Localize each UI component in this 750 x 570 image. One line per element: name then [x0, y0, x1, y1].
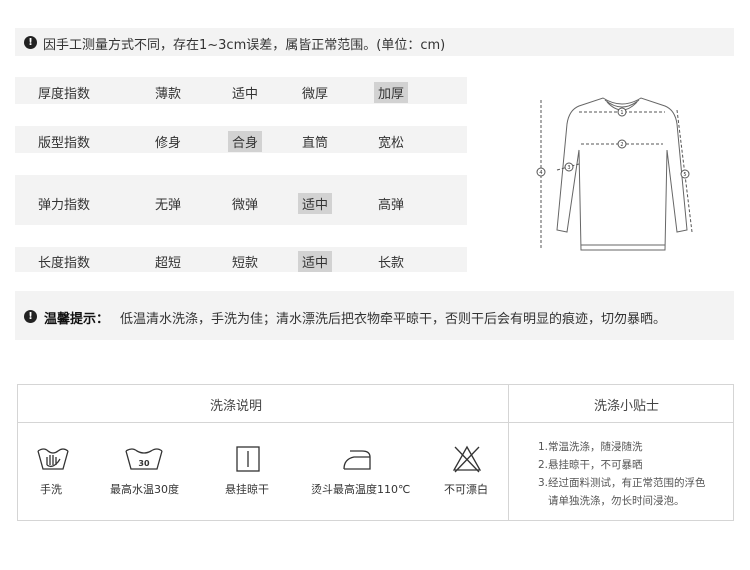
index-option: 宽松	[378, 136, 405, 151]
table-divider	[508, 385, 509, 520]
washing-instructions-table: 洗涤说明 洗涤小贴士 手洗 30 最高水温30度 悬挂晾干 烫斗最高温度110℃	[17, 384, 734, 521]
hang-dry-icon	[236, 446, 260, 472]
diagram-label-3: 3	[567, 165, 570, 171]
washing-tip: 3.经过面料测试，有正常范围的浮色	[538, 477, 706, 489]
max-wash-temp-label: 最高水温30度	[110, 483, 179, 496]
index-option: 无弹	[155, 198, 182, 213]
index-label: 弹力指数	[38, 198, 91, 213]
warm-tip-title: 温馨提示：	[44, 312, 110, 327]
iron-temp-label: 烫斗最高温度110℃	[311, 483, 411, 496]
exclamation-icon: !	[24, 36, 37, 49]
sweater-sketch: 1 2 3 4 5	[536, 97, 693, 251]
diagram-label-1: 1	[620, 110, 623, 116]
index-option: 短款	[232, 256, 259, 271]
index-option-selected: 合身	[228, 131, 263, 152]
index-option: 超短	[155, 256, 182, 271]
washing-tip: 1.常温洗涤，随浸随洗	[538, 441, 643, 453]
hand-wash-icon	[37, 448, 69, 470]
diagram-label-2: 2	[620, 142, 623, 148]
exclamation-icon: !	[24, 310, 37, 323]
index-label: 厚度指数	[38, 87, 91, 102]
index-option-selected: 适中	[298, 251, 333, 272]
diagram-label-5: 5	[683, 172, 686, 178]
index-option: 高弹	[378, 198, 405, 213]
index-option: 微弹	[232, 198, 259, 213]
index-option-selected: 加厚	[374, 82, 409, 103]
warm-tip-text: 低温清水洗涤，手洗为佳；清水漂洗后把衣物牵平晾干，否则干后会有明显的痕迹，切勿暴…	[120, 312, 667, 327]
hang-dry-label: 悬挂晾干	[225, 483, 269, 496]
index-label: 长度指数	[38, 256, 91, 271]
washing-instructions-header: 洗涤说明	[210, 399, 263, 414]
index-option: 直筒	[302, 136, 329, 151]
index-option: 微厚	[302, 87, 329, 102]
index-option: 适中	[232, 87, 259, 102]
index-label: 版型指数	[38, 136, 91, 151]
washing-tip: 请单独洗涤，勿长时间浸泡。	[548, 495, 685, 507]
index-option: 修身	[155, 136, 182, 151]
garment-measurement-diagram: 1 2 3 4 5	[527, 80, 717, 270]
wash-temp-value: 30	[138, 459, 150, 468]
max-wash-temp-30-icon: 30	[125, 448, 163, 470]
diagram-label-4: 4	[539, 170, 542, 176]
index-option-selected: 适中	[298, 193, 333, 214]
washing-tip: 2.悬挂晾干，不可暴晒	[538, 459, 643, 471]
index-option: 薄款	[155, 87, 182, 102]
hand-wash-label: 手洗	[40, 483, 62, 496]
measurement-notice-text: 因手工测量方式不同，存在1~3cm误差，属皆正常范围。(单位：cm)	[43, 38, 446, 53]
iron-icon	[343, 450, 371, 470]
no-bleach-label: 不可漂白	[444, 483, 488, 496]
table-divider	[18, 422, 733, 423]
washing-tips-header: 洗涤小贴士	[594, 399, 660, 414]
no-bleach-icon	[452, 445, 482, 473]
index-option: 长款	[378, 256, 405, 271]
